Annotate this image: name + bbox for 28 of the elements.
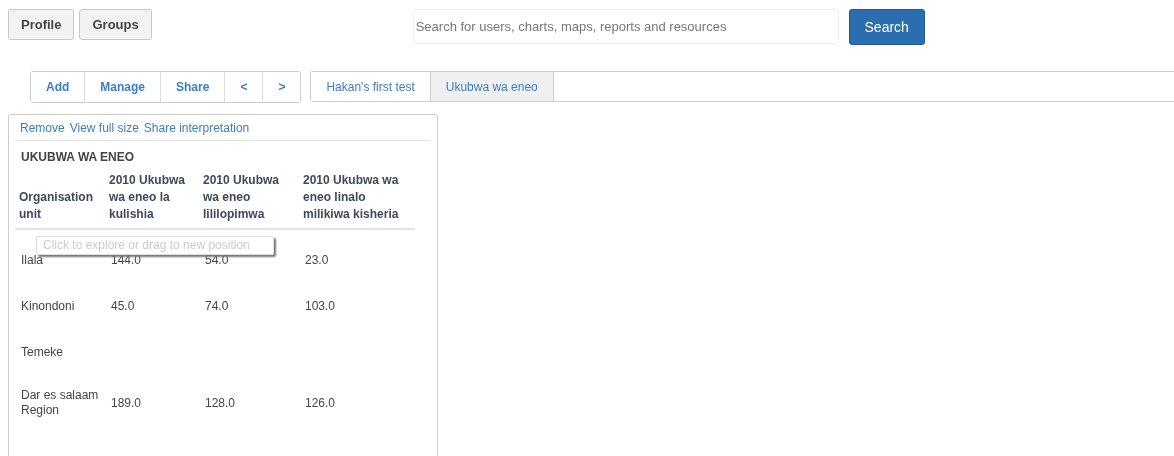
tab[interactable]: Ukubwa wa eneo [430,72,554,101]
table-title: UKUBWA WA ENEO [20,149,136,166]
column-header: 2010 Ukubwa wa eneo lililopimwa [199,172,299,229]
table-cell: 103.0 [305,298,336,314]
toolbar-button[interactable]: Add [31,72,86,102]
table-cell: 126.0 [305,395,336,411]
table-cell: 144.0 [111,252,142,268]
table-cell: 54.0 [205,252,229,268]
search-button[interactable]: Search [848,9,925,45]
table-cell: Temeke [21,344,64,360]
table-cell: Ilala [21,252,43,268]
nav-button[interactable]: Profile [8,9,75,40]
column-header: 2010 Ukubwa wa eneo la kulishia [105,172,199,229]
table-cell: 128.0 [205,395,236,411]
table-cell-text: Dar es salaam Region [21,388,100,418]
column-header: Organisation unit [15,172,105,229]
panel-link[interactable]: Remove [20,121,65,135]
table-cell: 74.0 [205,298,229,314]
table-cell: Kinondoni [21,298,75,314]
search-field[interactable]: Search for users, charts, maps, reports and resources [412,9,839,44]
tab[interactable]: Hakan's first test [311,72,431,101]
nav-button[interactable]: Groups [79,9,152,40]
panel-link[interactable]: View full size [69,121,139,135]
column-header: 2010 Ukubwa wa eneo linalo milikiwa kisheria [299,172,415,229]
panel-link[interactable]: Share interpretation [143,121,250,135]
table-cell: 23.0 [305,252,329,268]
table-cell: 189.0 [111,395,142,411]
table-cell: 45.0 [111,298,135,314]
